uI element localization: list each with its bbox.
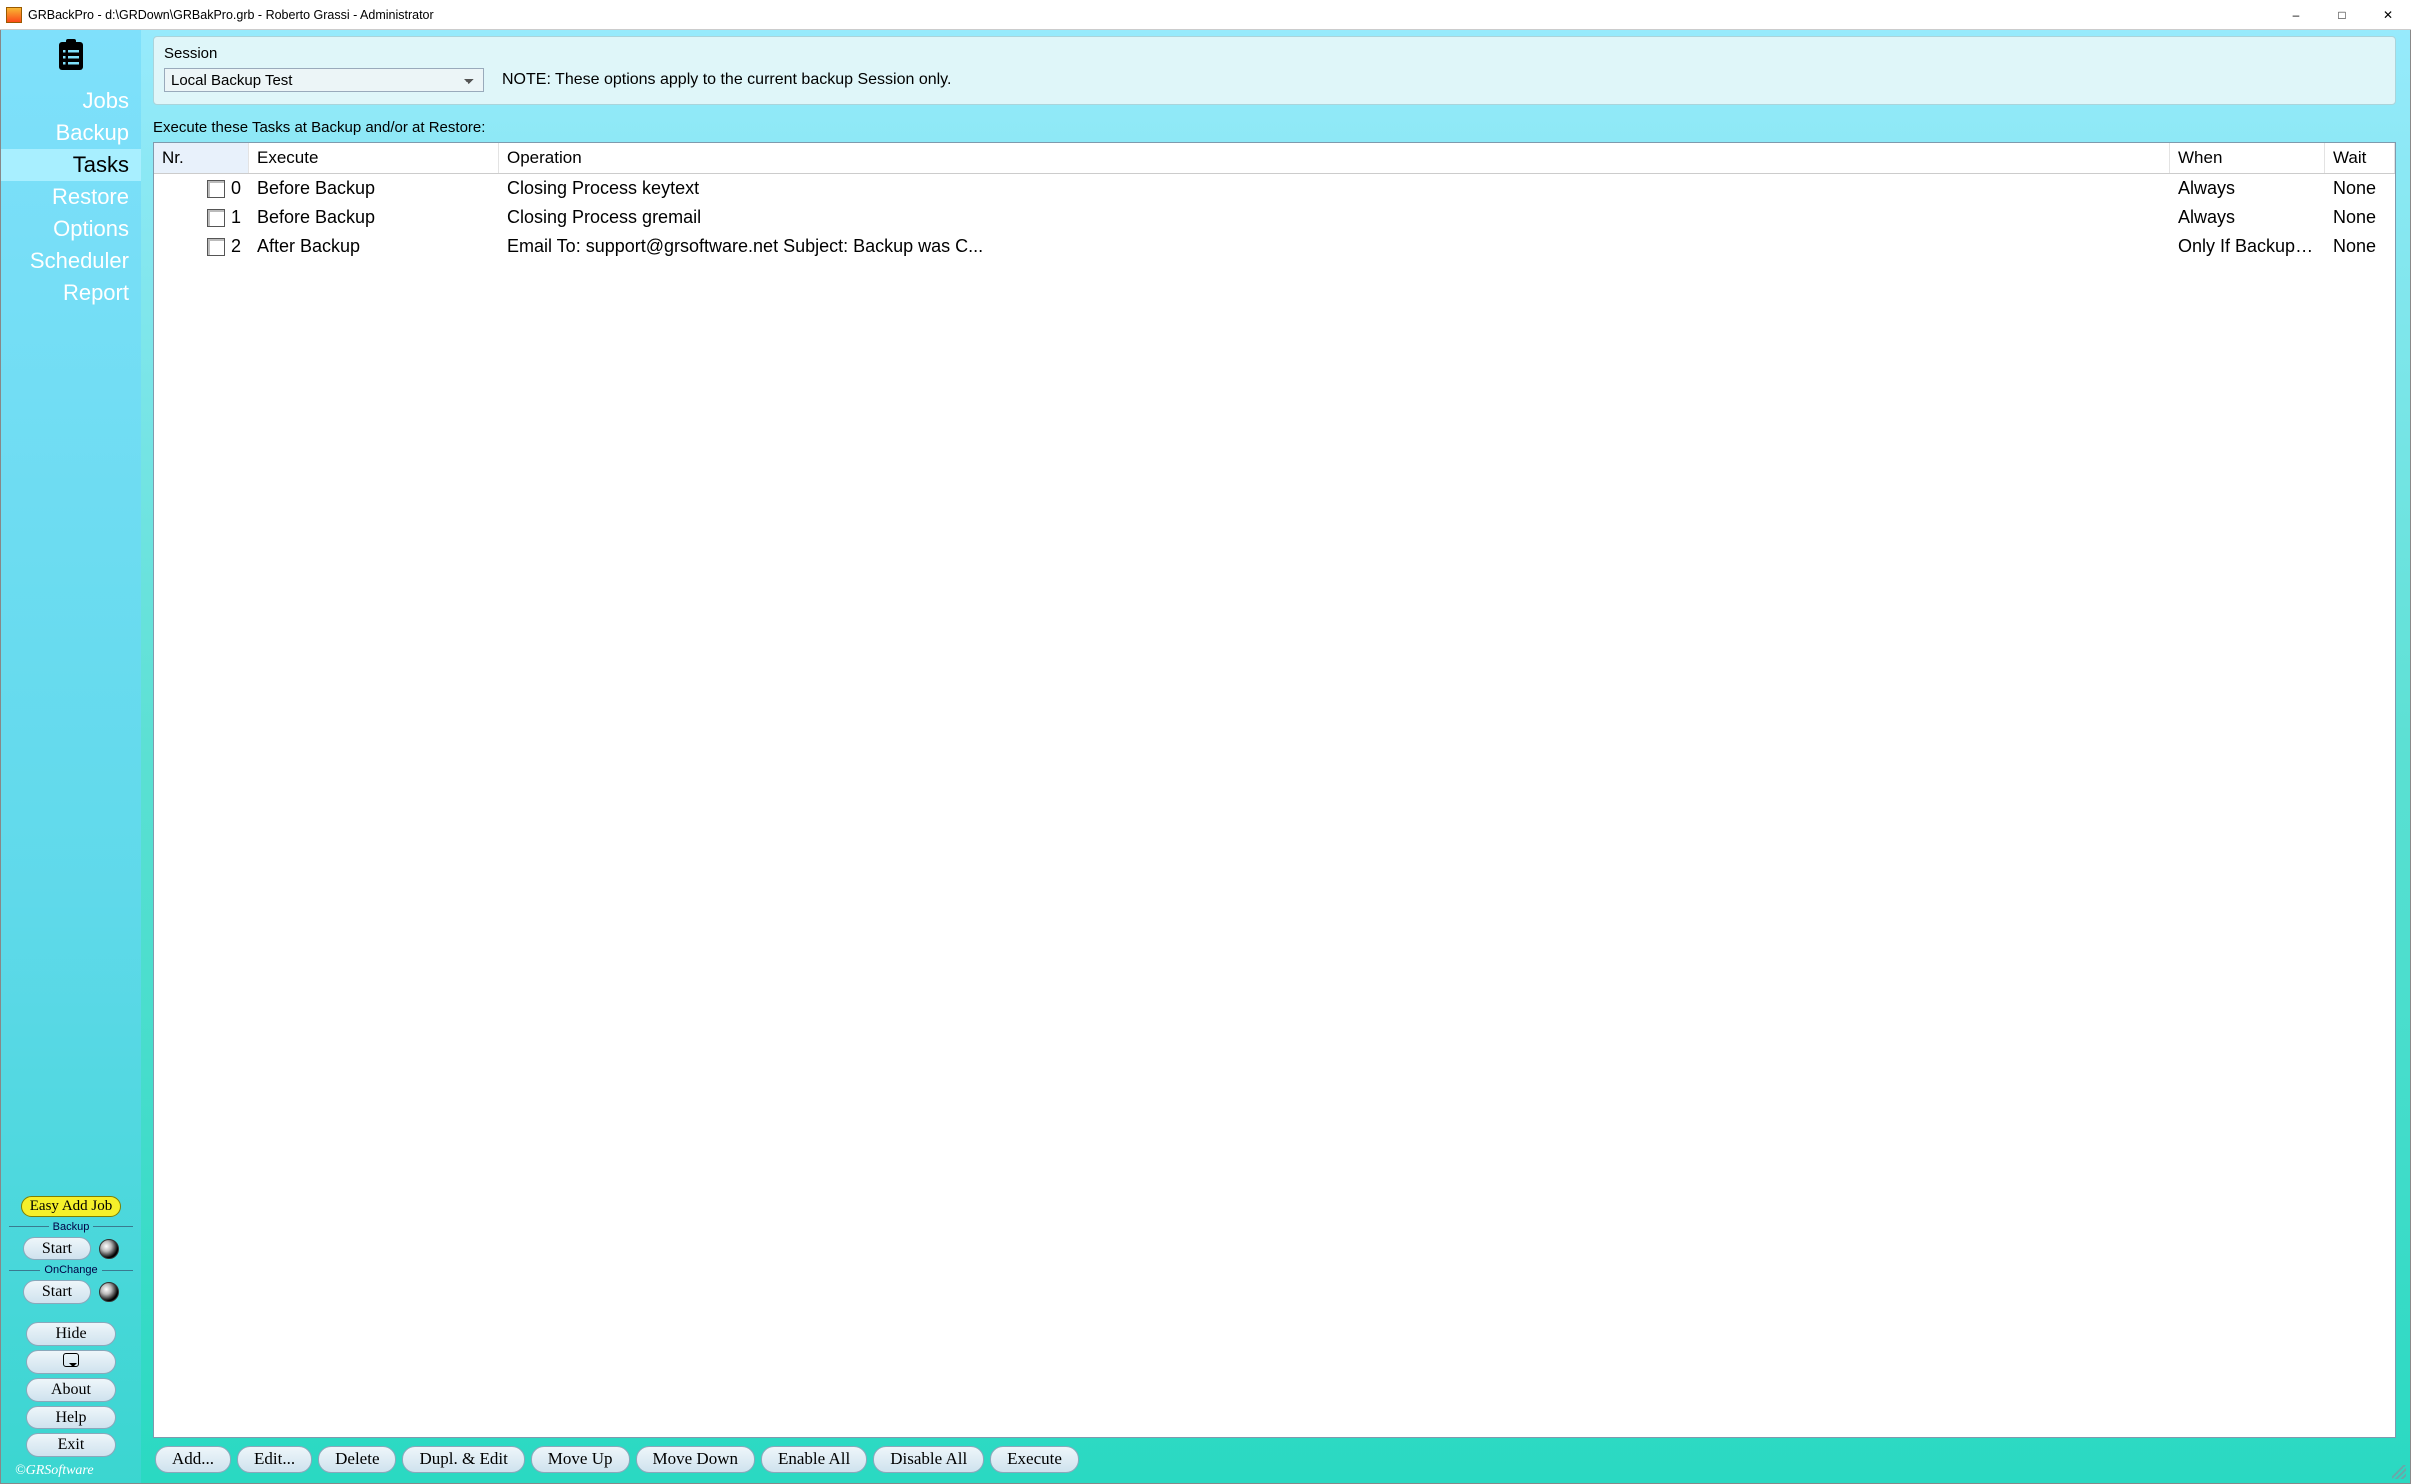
row-wait: None: [2325, 234, 2395, 259]
tasks-table-body: 0 Before BackupClosing Process keytextAlw…: [154, 174, 2395, 1437]
column-header-wait[interactable]: Wait: [2325, 143, 2395, 173]
session-note: NOTE: These options apply to the current…: [502, 71, 951, 89]
sidebar-item-jobs[interactable]: Jobs: [1, 85, 141, 117]
row-execute: Before Backup: [249, 176, 499, 201]
easy-add-job-button[interactable]: Easy Add Job: [21, 1196, 122, 1217]
exit-button[interactable]: Exit: [26, 1433, 116, 1457]
row-checkbox[interactable]: [207, 209, 225, 227]
start-onchange-button[interactable]: Start: [23, 1280, 91, 1304]
session-label: Session: [164, 45, 2385, 62]
table-row[interactable]: 0 Before BackupClosing Process keytextAlw…: [154, 174, 2395, 203]
tasks-intro-label: Execute these Tasks at Backup and/or at …: [153, 119, 2396, 136]
row-execute: After Backup: [249, 234, 499, 259]
edit-button[interactable]: Edit...: [237, 1446, 312, 1473]
row-execute: Before Backup: [249, 205, 499, 230]
sidebar-bottom: Easy Add Job Backup Start OnChange Start…: [1, 1190, 141, 1483]
sidebar: JobsBackupTasksRestoreOptionsSchedulerRe…: [1, 30, 141, 1483]
tasks-table-header: Nr. Execute Operation When Wait: [154, 143, 2395, 174]
sidebar-item-tasks[interactable]: Tasks: [1, 149, 141, 181]
row-when: Only If Backup e...: [2170, 234, 2325, 259]
start-backup-button[interactable]: Start: [23, 1237, 91, 1261]
row-operation: Email To: support@grsoftware.net Subject…: [499, 234, 2170, 259]
row-operation: Closing Process gremail: [499, 205, 2170, 230]
chat-icon: [63, 1353, 79, 1367]
app-body: JobsBackupTasksRestoreOptionsSchedulerRe…: [0, 30, 2411, 1484]
sidebar-item-report[interactable]: Report: [1, 277, 141, 309]
action-bar: Add... Edit... Delete Dupl. & Edit Move …: [153, 1438, 2396, 1477]
session-panel: Session Local Backup Test NOTE: These op…: [153, 36, 2396, 105]
disable-all-button[interactable]: Disable All: [873, 1446, 984, 1473]
clipboard-icon: [56, 38, 86, 77]
dupl-edit-button[interactable]: Dupl. & Edit: [402, 1446, 524, 1473]
enable-all-button[interactable]: Enable All: [761, 1446, 867, 1473]
row-wait: None: [2325, 176, 2395, 201]
table-row[interactable]: 2 After BackupEmail To: support@grsoftwar…: [154, 232, 2395, 261]
session-select[interactable]: Local Backup Test: [164, 68, 484, 92]
row-checkbox[interactable]: [207, 238, 225, 256]
add-button[interactable]: Add...: [155, 1446, 231, 1473]
app-icon: [6, 7, 22, 23]
window-controls: – □ ✕: [2273, 0, 2411, 30]
window-title: GRBackPro - d:\GRDown\GRBakPro.grb - Rob…: [28, 8, 2273, 22]
main-panel: Session Local Backup Test NOTE: These op…: [141, 30, 2410, 1483]
about-button[interactable]: About: [26, 1378, 116, 1402]
close-button[interactable]: ✕: [2365, 0, 2411, 30]
delete-button[interactable]: Delete: [318, 1446, 396, 1473]
row-wait: None: [2325, 205, 2395, 230]
row-when: Always: [2170, 176, 2325, 201]
move-up-button[interactable]: Move Up: [531, 1446, 630, 1473]
hide-button[interactable]: Hide: [26, 1322, 116, 1346]
backup-status-indicator: [99, 1239, 119, 1259]
sidebar-item-scheduler[interactable]: Scheduler: [1, 245, 141, 277]
sidebar-nav: JobsBackupTasksRestoreOptionsSchedulerRe…: [1, 30, 141, 309]
separator-onchange: OnChange: [9, 1264, 133, 1276]
onchange-status-indicator: [99, 1282, 119, 1302]
sidebar-item-restore[interactable]: Restore: [1, 181, 141, 213]
row-nr: 1: [231, 207, 241, 228]
tasks-table: Nr. Execute Operation When Wait 0 Before …: [153, 142, 2396, 1438]
row-operation: Closing Process keytext: [499, 176, 2170, 201]
help-button[interactable]: Help: [26, 1406, 116, 1430]
maximize-button[interactable]: □: [2319, 0, 2365, 30]
column-header-execute[interactable]: Execute: [249, 143, 499, 173]
sidebar-item-backup[interactable]: Backup: [1, 117, 141, 149]
titlebar: GRBackPro - d:\GRDown\GRBakPro.grb - Rob…: [0, 0, 2411, 30]
row-nr: 2: [231, 236, 241, 257]
table-row[interactable]: 1 Before BackupClosing Process gremailAlw…: [154, 203, 2395, 232]
row-checkbox[interactable]: [207, 180, 225, 198]
separator-backup: Backup: [9, 1221, 133, 1233]
chat-button[interactable]: [26, 1350, 116, 1375]
column-header-operation[interactable]: Operation: [499, 143, 2170, 173]
minimize-button[interactable]: –: [2273, 0, 2319, 30]
row-when: Always: [2170, 205, 2325, 230]
column-header-nr[interactable]: Nr.: [154, 143, 249, 173]
sidebar-item-options[interactable]: Options: [1, 213, 141, 245]
column-header-when[interactable]: When: [2170, 143, 2325, 173]
row-nr: 0: [231, 178, 241, 199]
copyright-label: ©GRSoftware: [9, 1463, 94, 1479]
move-down-button[interactable]: Move Down: [636, 1446, 755, 1473]
resize-grip[interactable]: [2392, 1465, 2406, 1479]
execute-button[interactable]: Execute: [990, 1446, 1079, 1473]
